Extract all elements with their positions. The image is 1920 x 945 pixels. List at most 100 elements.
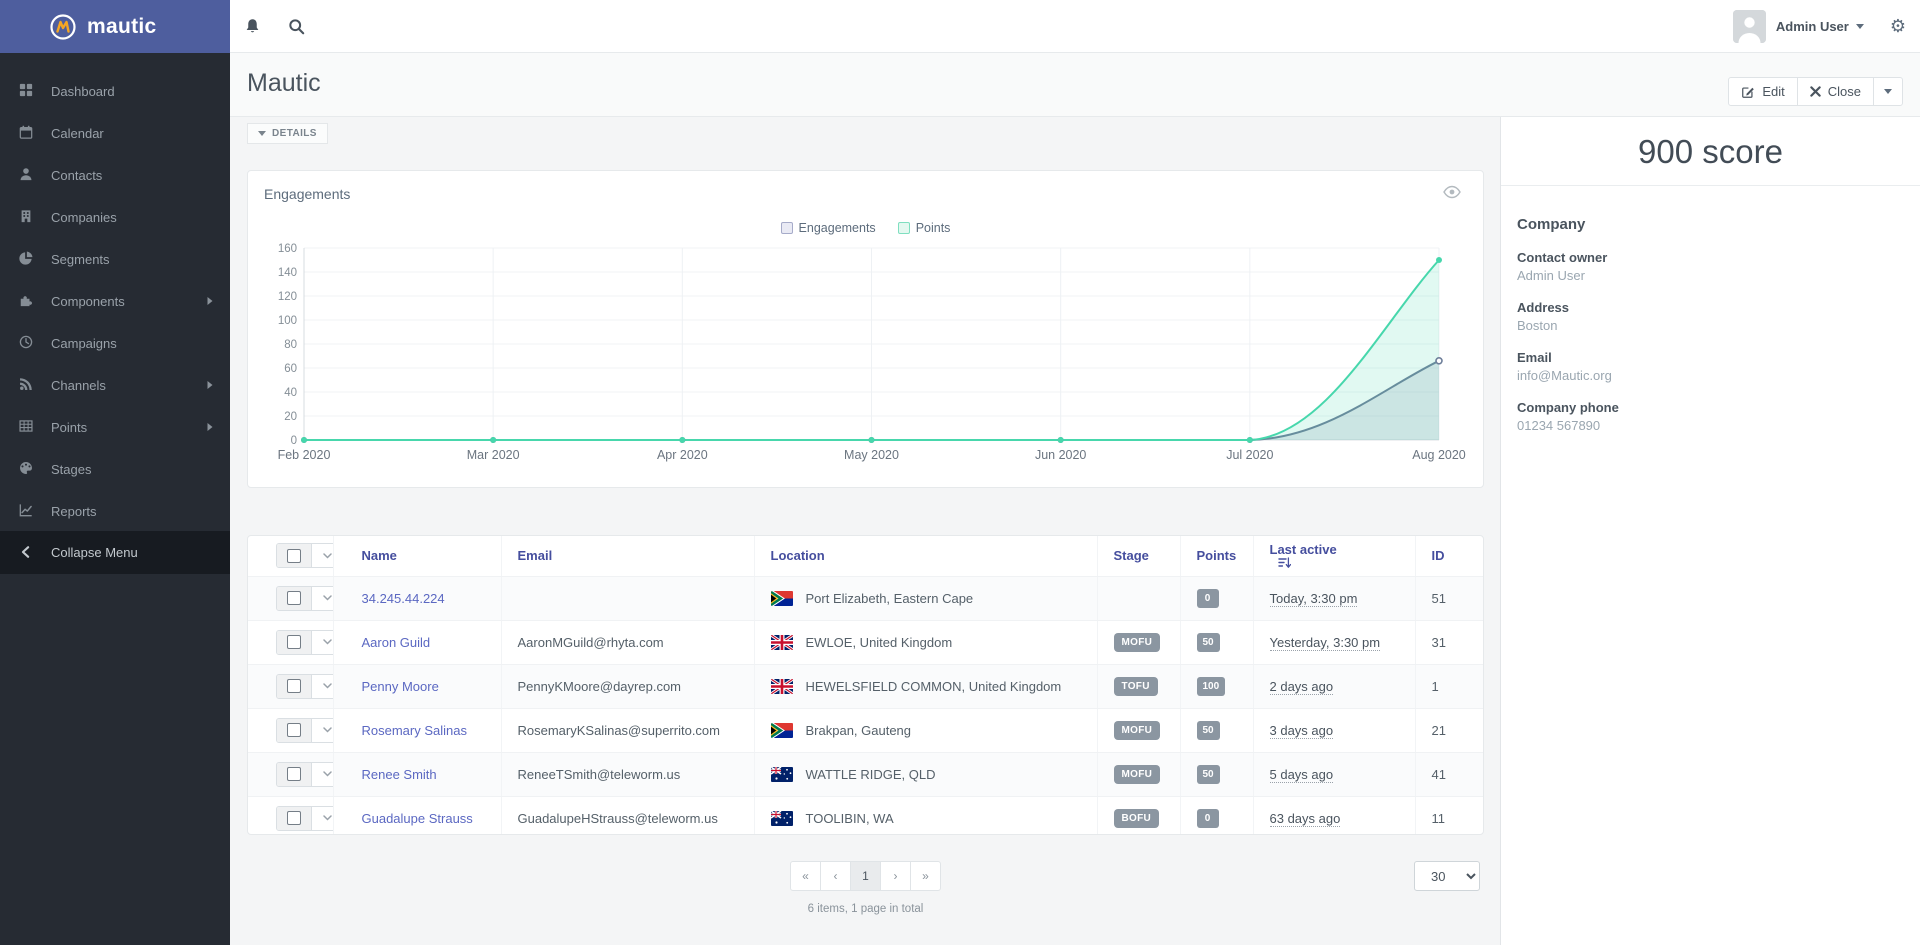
last-active-link[interactable]: 63 days ago <box>1270 811 1341 827</box>
table-icon <box>19 419 35 435</box>
row-checkbox[interactable] <box>277 719 312 742</box>
row-menu-button[interactable] <box>312 807 333 830</box>
edit-button[interactable]: Edit <box>1728 77 1797 106</box>
row-menu-button[interactable] <box>312 544 333 567</box>
contact-link[interactable]: Rosemary Salinas <box>362 723 468 738</box>
pager-button--[interactable]: ‹ <box>820 861 851 891</box>
cell-last-active: 2 days ago <box>1253 664 1415 708</box>
stage-badge: MOFU <box>1114 765 1161 784</box>
sidebar-item-reports[interactable]: Reports <box>0 490 230 532</box>
legend-item-points[interactable]: Points <box>898 221 951 235</box>
sidebar-item-label: Calendar <box>51 126 104 141</box>
chevron-down-icon <box>323 553 332 559</box>
cell-points: 100 <box>1180 664 1253 708</box>
row-menu-button[interactable] <box>312 763 333 786</box>
last-active-link[interactable]: 2 days ago <box>1270 679 1334 695</box>
svg-text:140: 140 <box>278 267 297 279</box>
sidebar: mautic Dashboard Calendar Contacts Companie… <box>0 0 230 945</box>
column-header-last-active[interactable]: Last active <box>1253 536 1415 576</box>
contact-link[interactable]: Renee Smith <box>362 767 437 782</box>
company-field-company-phone: Company phone01234 567890 <box>1517 400 1904 433</box>
eye-icon[interactable] <box>1443 185 1461 199</box>
row-select-group <box>276 762 333 787</box>
location-text: Brakpan, Gauteng <box>806 723 912 738</box>
cell-stage <box>1097 576 1180 620</box>
sidebar-item-calendar[interactable]: Calendar <box>0 112 230 154</box>
sidebar-item-points[interactable]: Points <box>0 406 230 448</box>
pager-button--[interactable]: » <box>910 861 941 891</box>
sidebar-item-segments[interactable]: Segments <box>0 238 230 280</box>
svg-text:May 2020: May 2020 <box>844 448 899 462</box>
column-header-points[interactable]: Points <box>1180 536 1253 576</box>
column-header-location[interactable]: Location <box>754 536 1097 576</box>
gb-flag-icon <box>771 635 793 650</box>
more-actions-button[interactable] <box>1873 77 1903 106</box>
row-checkbox[interactable] <box>277 675 312 698</box>
cell-last-active: Yesterday, 3:30 pm <box>1253 620 1415 664</box>
location-text: TOOLIBIN, WA <box>806 811 894 826</box>
row-menu-button[interactable] <box>312 675 333 698</box>
page-size-select[interactable]: 30 <box>1414 861 1480 891</box>
last-active-link[interactable]: Today, 3:30 pm <box>1270 591 1358 607</box>
grid-icon <box>19 83 35 99</box>
user-menu[interactable]: Admin User <box>1776 19 1849 34</box>
location-text: Port Elizabeth, Eastern Cape <box>806 591 974 606</box>
page-header: Mautic Edit Close <box>230 53 1920 117</box>
contact-link[interactable]: Guadalupe Strauss <box>362 811 473 826</box>
sidebar-item-contacts[interactable]: Contacts <box>0 154 230 196</box>
close-button[interactable]: Close <box>1797 77 1874 106</box>
column-header-email[interactable]: Email <box>501 536 754 576</box>
points-badge: 0 <box>1197 589 1219 608</box>
chevron-down-icon <box>323 595 332 601</box>
cell-name: Rosemary Salinas <box>333 708 501 752</box>
cell-points: 50 <box>1180 708 1253 752</box>
row-menu-button[interactable] <box>312 631 333 654</box>
pager-button-page-1[interactable]: 1 <box>850 861 881 891</box>
svg-text:Jun 2020: Jun 2020 <box>1035 448 1086 462</box>
row-checkbox[interactable] <box>277 807 312 830</box>
contact-link[interactable]: Penny Moore <box>362 679 439 694</box>
last-active-link[interactable]: Yesterday, 3:30 pm <box>1270 635 1381 651</box>
row-checkbox[interactable] <box>277 587 312 610</box>
topbar: Admin User ⚙ <box>230 0 1920 53</box>
notifications-button[interactable] <box>230 0 274 52</box>
sidebar-item-label: Companies <box>51 210 117 225</box>
gear-icon[interactable]: ⚙ <box>1890 17 1906 35</box>
sidebar-item-companies[interactable]: Companies <box>0 196 230 238</box>
last-active-link[interactable]: 3 days ago <box>1270 723 1334 739</box>
collapse-menu-button[interactable]: Collapse Menu <box>0 531 230 574</box>
row-menu-button[interactable] <box>312 719 333 742</box>
logo-text: mautic <box>87 15 157 39</box>
chart-legend: Engagements Points <box>248 221 1483 235</box>
legend-item-engagements[interactable]: Engagements <box>781 221 876 235</box>
sidebar-item-dashboard[interactable]: Dashboard <box>0 70 230 112</box>
search-button[interactable] <box>274 0 318 52</box>
sidebar-item-campaigns[interactable]: Campaigns <box>0 322 230 364</box>
pager-button--[interactable]: › <box>880 861 911 891</box>
row-checkbox[interactable] <box>277 763 312 786</box>
pager-button--[interactable]: « <box>790 861 821 891</box>
cell-email <box>501 576 754 620</box>
field-label: Email <box>1517 350 1904 365</box>
sidebar-item-label: Dashboard <box>51 84 115 99</box>
edit-button-label: Edit <box>1762 84 1784 99</box>
contact-link[interactable]: 34.245.44.224 <box>362 591 445 606</box>
cell-points: 0 <box>1180 796 1253 835</box>
details-toggle[interactable]: DETAILS <box>247 123 328 144</box>
row-checkbox[interactable] <box>277 631 312 654</box>
avatar[interactable] <box>1733 10 1766 43</box>
column-header-stage[interactable]: Stage <box>1097 536 1180 576</box>
last-active-link[interactable]: 5 days ago <box>1270 767 1334 783</box>
column-header-name[interactable]: Name <box>333 536 501 576</box>
contact-link[interactable]: Aaron Guild <box>362 635 431 650</box>
stage-badge: BOFU <box>1114 809 1160 828</box>
sidebar-item-components[interactable]: Components <box>0 280 230 322</box>
mautic-logo[interactable]: mautic <box>0 0 230 53</box>
column-header-id[interactable]: ID <box>1415 536 1483 576</box>
row-checkbox[interactable] <box>277 544 312 567</box>
sidebar-item-channels[interactable]: Channels <box>0 364 230 406</box>
checkbox-icon <box>287 591 301 605</box>
sidebar-item-stages[interactable]: Stages <box>0 448 230 490</box>
row-menu-button[interactable] <box>312 587 333 610</box>
cell-name: 34.245.44.224 <box>333 576 501 620</box>
